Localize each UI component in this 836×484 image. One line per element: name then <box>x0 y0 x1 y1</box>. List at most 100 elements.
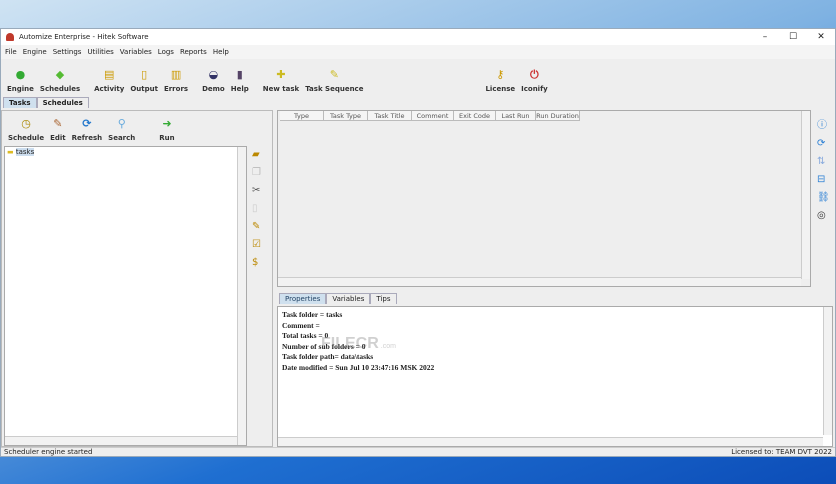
menu-variables[interactable]: Variables <box>120 48 152 56</box>
demo-icon: ◒ <box>208 68 219 81</box>
cut-icon[interactable]: ✂ <box>252 185 261 196</box>
column-header-comment[interactable]: Comment <box>412 111 454 121</box>
column-header-type[interactable]: Type <box>280 111 324 121</box>
search-button[interactable]: ⚲ Search <box>105 117 138 142</box>
side-action-icons: ⓘ ⟳ ⇅ ⊟ ⛓ ◎ <box>817 116 830 221</box>
tab-schedules[interactable]: Schedules <box>36 97 89 108</box>
sort-icon[interactable]: ⇅ <box>817 156 830 167</box>
task-sequence-button[interactable]: ✎ Task Sequence <box>302 68 366 93</box>
checklist-icon[interactable]: ☑ <box>252 239 261 250</box>
table-vertical-scrollbar[interactable] <box>801 111 810 279</box>
menu-file[interactable]: File <box>5 48 17 56</box>
app-logo-icon <box>6 33 14 41</box>
column-header-run-duration[interactable]: Run Duration <box>536 111 580 121</box>
license-info: Licensed to: TEAM DVT 2022 <box>731 448 832 456</box>
menu-bar: File Engine Settings Utilities Variables Logs… <box>1 45 835 59</box>
button-label: Schedule <box>8 134 45 142</box>
collapse-icon[interactable]: ⊟ <box>817 174 830 185</box>
new-task-button[interactable]: ✚ New task <box>260 68 302 93</box>
target-icon[interactable]: ◎ <box>817 210 830 221</box>
menu-utilities[interactable]: Utilities <box>87 48 113 56</box>
schedule-button[interactable]: ◷ Schedule <box>5 117 47 142</box>
menu-reports[interactable]: Reports <box>180 48 207 56</box>
activity-button[interactable]: ▤ Activity <box>91 68 127 93</box>
property-line: Date modified = Sun Jul 10 23:47:16 MSK … <box>282 362 435 372</box>
column-header-task-title[interactable]: Task Title <box>368 111 412 121</box>
status-message: Scheduler engine started <box>4 448 93 456</box>
run-icon: ➜ <box>162 117 172 130</box>
search-icon: ⚲ <box>117 117 126 130</box>
paste-icon[interactable]: ▯ <box>252 203 261 214</box>
button-label: Activity <box>94 85 125 93</box>
refresh-button[interactable]: ⟳ Refresh <box>69 117 106 142</box>
main-toolbar: ● Engine ◆ Schedules ▤ Activity ▯ Output ▥ Errors… <box>1 59 835 97</box>
schedules-button[interactable]: ◆ Schedules <box>37 68 83 93</box>
iconify-icon: ⏻ <box>530 68 539 81</box>
errors-button[interactable]: ▥ Errors <box>161 68 191 93</box>
document-icon: ▯ <box>141 68 148 81</box>
horizontal-scrollbar[interactable] <box>5 436 237 445</box>
title-bar: Automize Enterprise - Hitek Software – ☐ ✕ <box>1 29 835 45</box>
menu-settings[interactable]: Settings <box>53 48 82 56</box>
column-header-exit-code[interactable]: Exit Code <box>454 111 496 121</box>
tree-node-tasks[interactable]: ▬ tasks <box>5 147 246 157</box>
demo-button[interactable]: ◒ Demo <box>199 68 228 93</box>
button-label: Output <box>130 85 158 93</box>
green-diamond-icon: ◆ <box>55 68 65 81</box>
tasks-toolbar: ◷ Schedule ✎ Edit ⟳ Refresh ⚲ Search ➜ Run <box>2 111 272 145</box>
menu-help[interactable]: Help <box>213 48 229 56</box>
menu-logs[interactable]: Logs <box>158 48 174 56</box>
column-header-last-run[interactable]: Last Run <box>496 111 536 121</box>
toolbar-group: ◒ Demo ▮ Help <box>199 68 252 93</box>
open-folder-icon[interactable]: ▰ <box>252 149 261 160</box>
task-details-panel: Type Task Type Task Title Comment Exit Code L… <box>277 110 835 447</box>
detail-tabs: Properties Variables Tips <box>279 293 397 304</box>
properties-horizontal-scrollbar[interactable] <box>278 437 823 446</box>
table-horizontal-scrollbar[interactable] <box>278 277 801 286</box>
toolbar-group: ✚ New task ✎ Task Sequence <box>260 68 367 93</box>
dollar-icon[interactable]: $ <box>252 257 261 268</box>
button-label: Demo <box>202 85 225 93</box>
task-sequence-icon: ✎ <box>329 68 339 81</box>
info-icon[interactable]: ⓘ <box>817 116 830 131</box>
button-label: Engine <box>7 85 34 93</box>
properties-vertical-scrollbar[interactable] <box>823 307 832 435</box>
notepad-icon: ▤ <box>104 68 115 81</box>
tasks-panel: ◷ Schedule ✎ Edit ⟳ Refresh ⚲ Search ➜ Run ▬ task… <box>1 110 273 447</box>
tab-properties[interactable]: Properties <box>279 293 327 304</box>
close-button[interactable]: ✕ <box>807 29 835 45</box>
copy-icon[interactable]: ❐ <box>252 167 261 178</box>
minimize-button[interactable]: – <box>751 29 779 45</box>
link-icon[interactable]: ⛓ <box>817 192 830 203</box>
iconify-button[interactable]: ⏻ Iconify <box>518 68 551 93</box>
property-line: Task folder path= data\tasks <box>282 352 374 361</box>
run-button[interactable]: ➜ Run <box>156 117 177 142</box>
key-icon: ⚷ <box>496 68 505 81</box>
error-doc-icon: ▥ <box>170 68 182 81</box>
menu-engine[interactable]: Engine <box>23 48 47 56</box>
task-table: Type Task Type Task Title Comment Exit Code L… <box>277 110 811 287</box>
maximize-button[interactable]: ☐ <box>779 29 807 45</box>
button-label: Refresh <box>71 134 103 142</box>
button-label: Errors <box>163 85 189 93</box>
tab-tasks[interactable]: Tasks <box>3 97 37 108</box>
edit-button[interactable]: ✎ Edit <box>47 117 69 142</box>
tab-variables[interactable]: Variables <box>326 293 371 304</box>
app-window: Automize Enterprise - Hitek Software – ☐ ✕… <box>0 28 836 457</box>
properties-view: Task folder = tasks Comment = Total tasks … <box>277 306 833 447</box>
refresh-icon: ⟳ <box>82 117 92 130</box>
column-header-task-type[interactable]: Task Type <box>324 111 368 121</box>
license-button[interactable]: ⚷ License <box>482 68 518 93</box>
task-tree[interactable]: ▬ tasks <box>4 146 247 446</box>
output-button[interactable]: ▯ Output <box>127 68 161 93</box>
help-button[interactable]: ▮ Help <box>228 68 252 93</box>
engine-button[interactable]: ● Engine <box>4 68 37 93</box>
tab-tips[interactable]: Tips <box>370 293 397 304</box>
toolbar-group-right: ⚷ License ⏻ Iconify <box>482 68 550 93</box>
toolbar-group: ▤ Activity ▯ Output ▥ Errors <box>91 68 191 93</box>
tree-node-label: tasks <box>15 148 35 156</box>
table-header: Type Task Type Task Title Comment Exit Code L… <box>280 111 810 121</box>
refresh-icon[interactable]: ⟳ <box>817 138 830 149</box>
edit-note-icon[interactable]: ✎ <box>252 221 261 232</box>
vertical-scrollbar[interactable] <box>237 147 246 445</box>
